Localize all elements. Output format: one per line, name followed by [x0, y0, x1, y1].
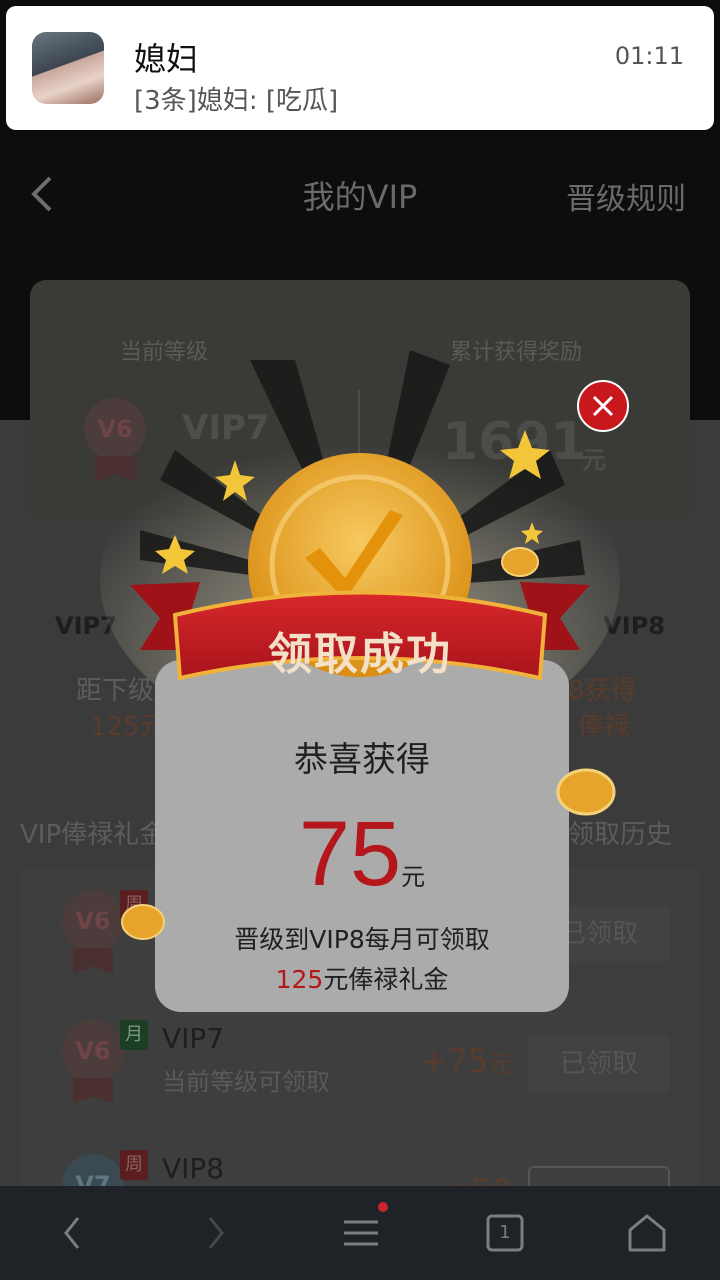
vip-badge: V6 — [62, 1020, 124, 1110]
badge-medal: V6 — [62, 1020, 124, 1082]
row-amount-unit: 元 — [488, 1050, 512, 1078]
browser-toolbar: 1 — [0, 1186, 720, 1280]
claim-button[interactable]: 已领取 — [528, 1036, 670, 1092]
browser-forward-button[interactable] — [190, 1208, 240, 1258]
home-icon — [628, 1214, 666, 1252]
upgrade-note: 晋级到VIP8每月可领取 — [234, 925, 490, 954]
nav-bar: 我的VIP 晋级规则 — [0, 150, 720, 240]
menu-button[interactable] — [336, 1202, 388, 1258]
row-description: 当前等级可领取 — [162, 1068, 330, 1096]
badge-medal: V6 — [62, 890, 124, 952]
close-modal-button[interactable] — [577, 380, 629, 432]
message-notification[interactable]: 媳妇 01:11 [3条]媳妇: [吃瓜] — [6, 6, 714, 130]
success-banner-text: 领取成功 — [268, 629, 452, 680]
history-link[interactable]: 领取历史 — [568, 814, 672, 851]
home-button[interactable] — [622, 1208, 672, 1258]
list-item: V6 月 VIP7 当前等级可领取 +75元 已领取 — [20, 998, 700, 1128]
reward-modal: 恭喜获得 75元 晋级到VIP8每月可领取 125元俸禄礼金 — [155, 660, 569, 1012]
tabs-button[interactable]: 1 — [480, 1208, 530, 1258]
notification-body: [3条]媳妇: [吃瓜] — [134, 86, 339, 116]
notification-sender: 媳妇 — [134, 40, 199, 78]
avatar — [32, 32, 104, 104]
upgrade-note-rest: 元俸禄礼金 — [323, 965, 449, 994]
notification-dot — [378, 1202, 388, 1212]
congrats-text: 恭喜获得 — [294, 740, 430, 780]
progress-right-amount: 俸禄 — [578, 712, 631, 742]
chevron-left-icon — [64, 1217, 80, 1249]
coin-icon — [121, 904, 165, 940]
reward-unit: 元 — [401, 863, 426, 891]
vip-badge: V6 — [62, 890, 124, 980]
badge-ribbon — [73, 1078, 113, 1104]
badge-ribbon — [73, 948, 113, 974]
notification-time: 01:11 — [614, 42, 684, 70]
upgrade-note-highlight: 125 — [275, 965, 324, 994]
chevron-right-icon — [208, 1217, 224, 1249]
row-amount: +75元 — [420, 1042, 512, 1080]
coin-icon — [556, 768, 616, 816]
browser-back-button[interactable] — [48, 1208, 98, 1258]
coin-icon — [501, 547, 539, 577]
tab-count: 1 — [499, 1222, 511, 1243]
period-tag: 周 — [120, 1150, 148, 1180]
row-amount-value: +75 — [420, 1042, 488, 1080]
reward-value: 75 — [298, 803, 402, 905]
row-level: VIP8 — [162, 1152, 225, 1185]
section-title: VIP俸禄礼金 — [20, 820, 166, 850]
upgrade-note-amount: 125元俸禄礼金 — [155, 960, 569, 996]
reward-amount: 75元 — [155, 808, 569, 900]
period-tag: 月 — [120, 1020, 148, 1050]
menu-icon — [344, 1220, 378, 1246]
row-level: VIP7 — [162, 1022, 225, 1055]
rules-link[interactable]: 晋级规则 — [566, 174, 686, 218]
close-icon — [592, 395, 614, 417]
